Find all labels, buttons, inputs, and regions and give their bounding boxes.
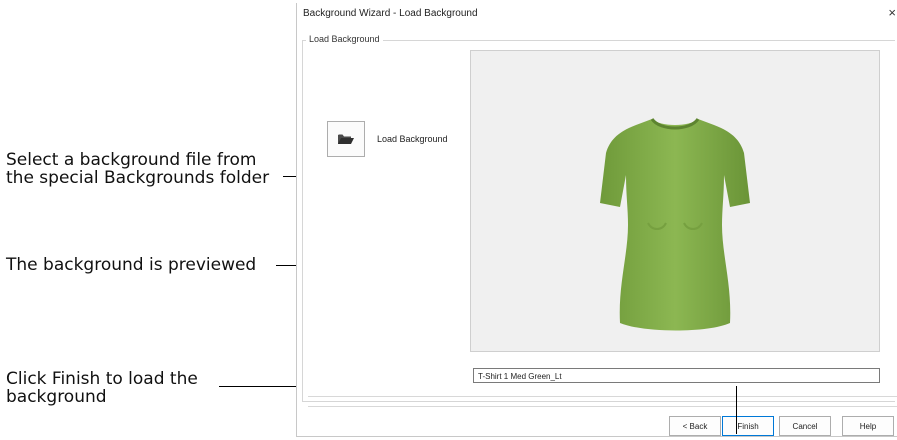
callout-preview: The background is previewed bbox=[6, 256, 256, 274]
callout-finish-line2: background bbox=[6, 387, 107, 407]
callout-select-line1: Select a background file from bbox=[6, 150, 257, 170]
close-icon[interactable]: × bbox=[888, 5, 896, 20]
separator-bottom bbox=[308, 406, 897, 407]
leader-line-finish-vertical bbox=[736, 386, 737, 434]
dialog-title: Background Wizard - Load Background bbox=[303, 8, 478, 19]
tshirt-preview-image bbox=[590, 105, 760, 345]
group-label: Load Background bbox=[306, 34, 383, 44]
background-wizard-dialog: Background Wizard - Load Background × Lo… bbox=[296, 3, 897, 437]
back-button[interactable]: < Back bbox=[669, 416, 721, 436]
load-background-button[interactable] bbox=[327, 121, 365, 157]
cancel-button[interactable]: Cancel bbox=[779, 416, 831, 436]
file-name-field[interactable]: T-Shirt 1 Med Green_Lt bbox=[473, 368, 880, 383]
title-bar: Background Wizard - Load Background × bbox=[297, 3, 897, 25]
finish-button[interactable]: Finish bbox=[722, 416, 774, 436]
load-background-label: Load Background bbox=[377, 134, 448, 144]
folder-open-icon bbox=[338, 134, 354, 144]
callout-preview-text: The background is previewed bbox=[6, 255, 257, 275]
callout-finish: Click Finish to load the background bbox=[6, 370, 198, 406]
callout-select-background: Select a background file from the specia… bbox=[6, 151, 269, 187]
callout-select-line2: the special Backgrounds folder bbox=[6, 168, 270, 188]
help-button[interactable]: Help bbox=[842, 416, 894, 436]
background-preview bbox=[470, 50, 880, 352]
callout-finish-line1: Click Finish to load the bbox=[6, 369, 198, 389]
separator-top bbox=[308, 396, 897, 397]
